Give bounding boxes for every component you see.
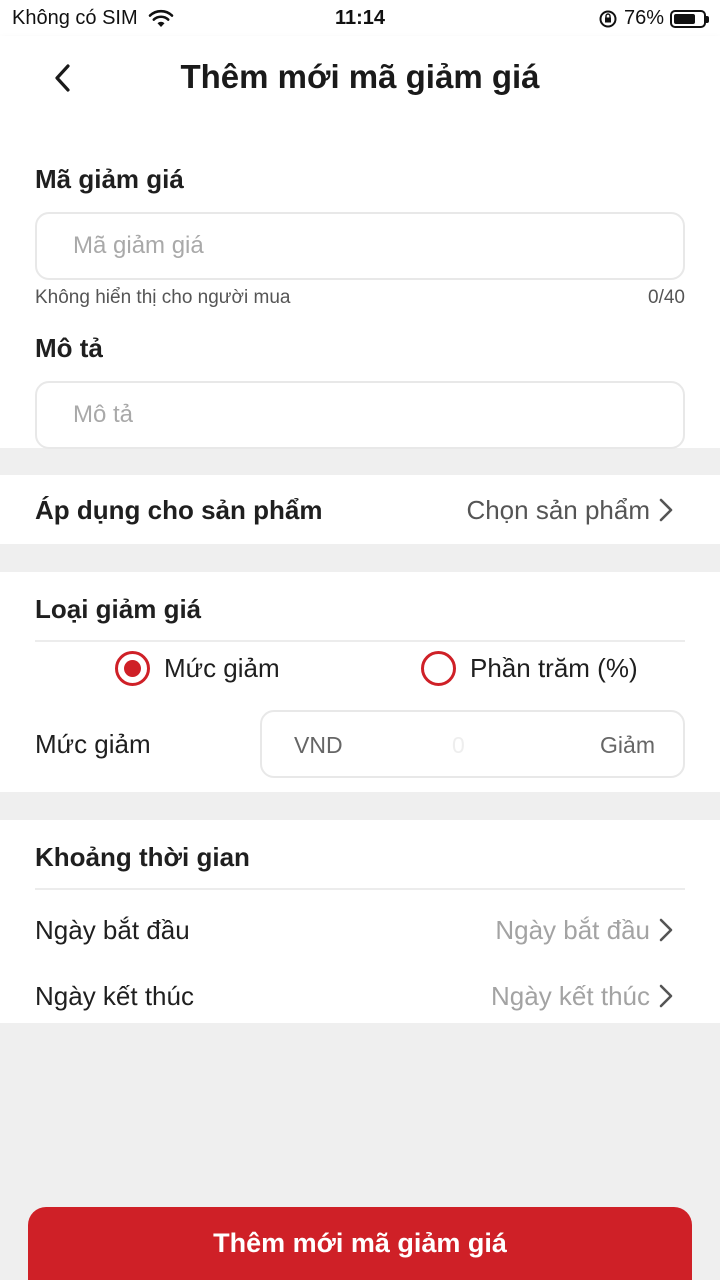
radio-percent-label: Phần trăm (%) <box>470 653 638 683</box>
chevron-right-icon <box>659 984 673 1008</box>
start-date-label: Ngày bắt đầu <box>35 915 190 945</box>
start-date-row[interactable]: Ngày bắt đầu Ngày bắt đầu <box>0 900 720 962</box>
amount-input[interactable]: 0 <box>452 732 465 759</box>
period-section: Khoảng thời gian Ngày bắt đầu Ngày bắt đ… <box>0 820 720 1023</box>
page-title: Thêm mới mã giảm giá <box>180 58 540 95</box>
radio-percent[interactable]: Phần trăm (%) <box>421 651 638 686</box>
code-section: Mã giảm giá Không hiển thị cho người mua… <box>0 122 720 449</box>
period-label: Khoảng thời gian <box>35 842 250 872</box>
code-counter: 0/40 <box>648 287 685 308</box>
amount-input-box[interactable]: VND 0 Giảm <box>260 710 685 778</box>
code-input-box[interactable] <box>35 212 685 280</box>
battery-icon <box>670 9 709 28</box>
code-hint: Không hiển thị cho người mua <box>35 287 291 308</box>
app-header: Thêm mới mã giảm giá <box>0 36 720 122</box>
radio-fixed-amount-indicator[interactable] <box>115 651 150 686</box>
start-date-value[interactable]: Ngày bắt đầu <box>495 915 650 946</box>
submit-button[interactable]: Thêm mới mã giảm giá <box>28 1207 692 1280</box>
chevron-right-icon <box>659 918 673 942</box>
radio-percent-indicator[interactable] <box>421 651 456 686</box>
radio-fixed-amount-label: Mức giảm <box>164 653 280 683</box>
code-input[interactable] <box>37 214 683 278</box>
end-date-value[interactable]: Ngày kết thúc <box>491 981 650 1012</box>
end-date-label: Ngày kết thúc <box>35 981 194 1011</box>
status-bar: Không có SIM 11:14 76% <box>0 0 720 36</box>
code-label: Mã giảm giá <box>35 164 184 194</box>
apply-products-label: Áp dụng cho sản phẩm <box>35 495 323 525</box>
battery-percent: 76% <box>623 7 664 29</box>
description-input-box[interactable] <box>35 381 685 449</box>
chevron-right-icon <box>659 498 673 522</box>
apply-products-row[interactable]: Áp dụng cho sản phẩm Chọn sản phẩm <box>0 475 720 544</box>
apply-products-value[interactable]: Chọn sản phẩm <box>466 495 650 526</box>
discount-type-label: Loại giảm giá <box>35 594 202 624</box>
divider <box>35 888 685 890</box>
divider <box>35 640 685 642</box>
end-date-row[interactable]: Ngày kết thúc Ngày kết thúc <box>0 966 720 1028</box>
amount-suffix: Giảm <box>600 732 655 758</box>
amount-unit: VND <box>294 732 343 758</box>
description-input[interactable] <box>37 383 683 447</box>
discount-type-section: Loại giảm giá Mức giảm Phần trăm (%) Mức… <box>0 572 720 792</box>
radio-fixed-amount[interactable]: Mức giảm <box>115 651 280 686</box>
amount-label: Mức giảm <box>35 729 151 759</box>
description-label: Mô tả <box>35 333 103 363</box>
orientation-lock-icon <box>599 10 617 27</box>
